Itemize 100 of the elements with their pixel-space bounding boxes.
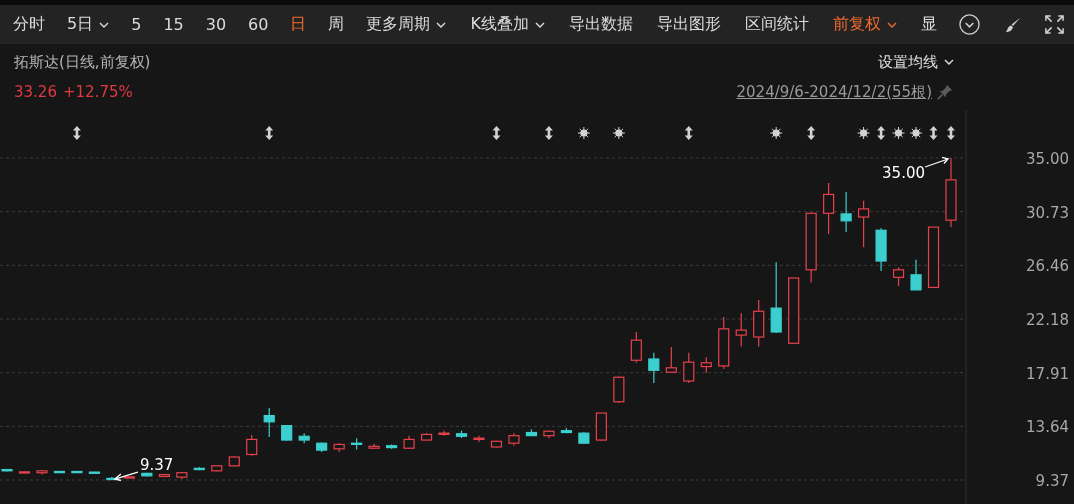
candlestick — [945, 157, 957, 228]
y-axis-label: 13.64 — [1026, 418, 1069, 437]
candlestick — [36, 469, 48, 476]
pin-icon[interactable] — [936, 83, 954, 101]
circle-chevron-icon[interactable] — [958, 14, 980, 35]
candlestick — [246, 434, 258, 457]
toolbar-button[interactable]: 导出数据 — [568, 14, 633, 35]
starburst-icon[interactable] — [577, 126, 591, 140]
low-price-label: 9.37 — [139, 456, 174, 474]
starburst-icon[interactable] — [892, 126, 906, 140]
candlestick — [333, 442, 345, 453]
candlestick — [858, 200, 870, 248]
updown-arrow-icon[interactable] — [72, 126, 81, 140]
candlestick — [578, 431, 590, 445]
candlestick — [158, 474, 170, 478]
period-tab[interactable]: 30 — [205, 15, 227, 34]
period-tab[interactable]: 60 — [248, 15, 269, 34]
stock-title: 拓斯达(日线,前复权) — [14, 52, 151, 72]
toolbar-button[interactable]: K线叠加 — [470, 14, 545, 35]
fullscreen-icon[interactable] — [1043, 14, 1065, 35]
date-range-link[interactable]: 2024/9/6-2024/12/2(55根) — [736, 82, 932, 102]
period-tab[interactable]: 5日 — [67, 14, 110, 35]
candlestick — [543, 430, 555, 439]
candlestick — [403, 435, 415, 450]
candlestick — [281, 424, 293, 442]
pointer-arrow — [924, 156, 950, 168]
candlestick — [263, 407, 275, 438]
starburst-icon[interactable] — [857, 126, 871, 140]
candlestick — [665, 346, 677, 374]
candlestick — [735, 312, 747, 348]
brush-icon[interactable] — [1003, 15, 1022, 34]
y-axis-label: 17.91 — [1026, 364, 1069, 383]
candlestick — [71, 470, 83, 474]
candlestick — [683, 352, 695, 384]
chevron-down-icon — [944, 59, 954, 65]
period-tab[interactable]: 5 — [131, 15, 142, 34]
updown-arrow-icon[interactable] — [684, 126, 693, 140]
candlestick — [490, 440, 503, 449]
ma-settings-button[interactable]: 设置均线 — [878, 52, 954, 72]
y-axis-label: 35.00 — [1026, 150, 1069, 168]
candlestick — [18, 470, 31, 474]
candlestick — [788, 277, 800, 344]
candlestick — [141, 472, 153, 478]
candlestick — [473, 435, 485, 443]
starburst-icon[interactable] — [769, 126, 783, 140]
candlestick — [595, 412, 607, 442]
high-price-label: 35.00 — [882, 164, 925, 182]
candlestick — [560, 427, 572, 434]
candlestick — [368, 443, 380, 450]
candlestick — [840, 191, 852, 233]
candlestick — [875, 227, 887, 272]
candlestick — [630, 331, 642, 364]
updown-arrow-icon[interactable] — [544, 126, 553, 140]
candlestick — [228, 455, 240, 468]
updown-arrow-icon[interactable] — [492, 126, 501, 140]
updown-arrow-icon[interactable] — [877, 126, 886, 140]
period-tab[interactable]: 周 — [328, 14, 345, 35]
candlestick — [211, 465, 223, 473]
candlestick — [805, 212, 817, 283]
toolbar-button[interactable]: 显 — [920, 14, 937, 35]
candlestick — [193, 466, 205, 471]
candlestick — [1, 468, 13, 473]
y-axis-label: 30.73 — [1026, 203, 1069, 222]
y-axis-label: 26.46 — [1026, 257, 1069, 276]
chevron-down-icon — [886, 21, 897, 28]
candlestick — [420, 432, 433, 442]
candlestick — [123, 475, 135, 479]
candlestick — [823, 182, 835, 235]
last-price: 33.26 — [14, 83, 57, 102]
toolbar-button[interactable]: 前复权 — [832, 14, 897, 35]
candlestick — [910, 259, 922, 291]
candlestick — [176, 471, 188, 480]
candlestick — [927, 226, 940, 288]
candlestick — [88, 471, 100, 475]
chevron-down-icon — [436, 21, 447, 28]
period-tab[interactable]: 日 — [290, 14, 307, 35]
period-tab[interactable]: 分时 — [13, 14, 45, 35]
candlestick — [613, 376, 625, 404]
candlestick — [718, 316, 730, 370]
period-tab[interactable]: 更多周期 — [366, 14, 447, 35]
candlestick — [648, 352, 660, 384]
starburst-icon[interactable] — [612, 126, 626, 140]
candlestick — [525, 428, 538, 437]
candlestick — [351, 437, 363, 451]
candlestick — [508, 432, 520, 447]
candlestick — [298, 432, 310, 444]
updown-arrow-icon[interactable] — [929, 126, 938, 140]
candlestick — [386, 443, 398, 450]
candlestick — [892, 266, 905, 287]
toolbar-button[interactable]: 导出图形 — [656, 14, 721, 35]
chevron-down-icon — [534, 21, 545, 28]
chevron-down-icon — [99, 21, 110, 28]
starburst-icon[interactable] — [909, 126, 923, 140]
period-tab[interactable]: 15 — [163, 15, 184, 34]
candlestick — [700, 356, 712, 374]
updown-arrow-icon[interactable] — [265, 126, 274, 140]
toolbar-button[interactable]: 区间统计 — [744, 14, 809, 35]
updown-arrow-icon[interactable] — [807, 126, 816, 140]
updown-arrow-icon[interactable] — [947, 126, 955, 140]
pointer-arrow — [113, 471, 139, 482]
